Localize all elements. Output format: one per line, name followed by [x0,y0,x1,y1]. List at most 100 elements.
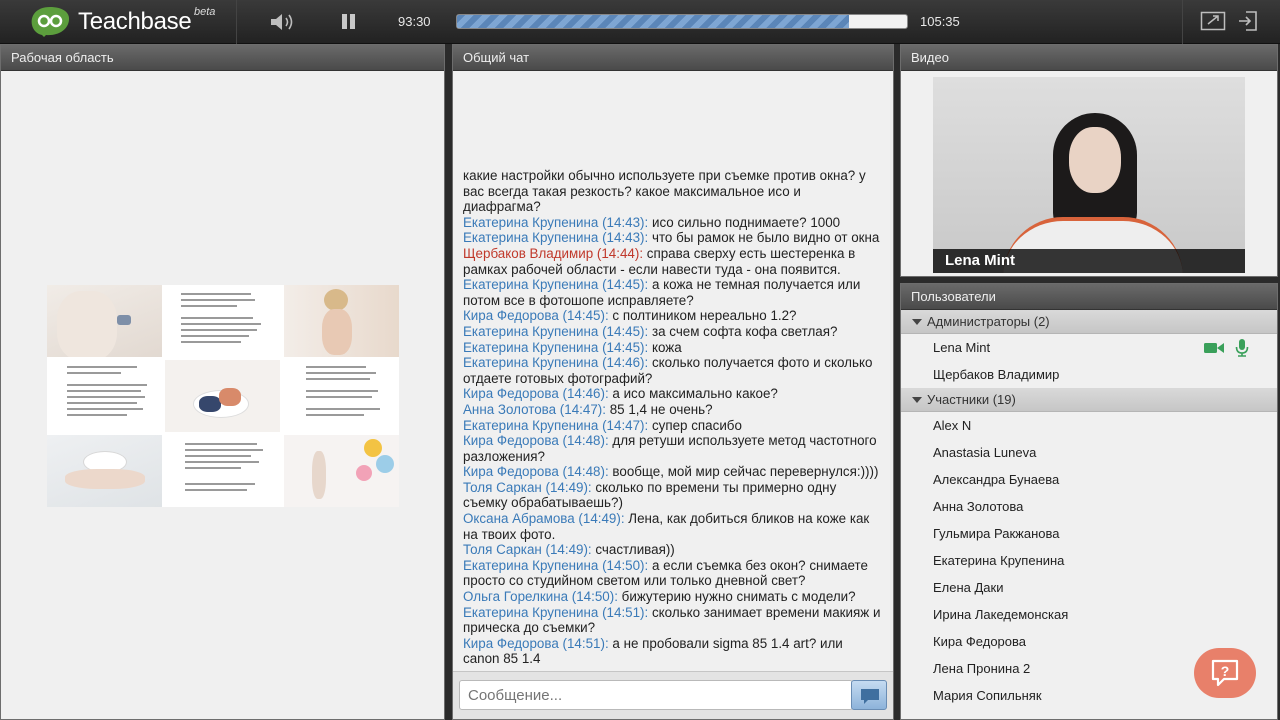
user-name: Анна Золотова [933,499,1024,514]
chat-message: Екатерина Крупенина (14:45): а кожа не т… [463,277,881,308]
message-author[interactable]: Кира Федорова (14:51): [463,636,609,651]
chat-message: какие настройки обычно используете при с… [463,168,881,215]
message-text: 85 1,4 не очень? [609,401,713,417]
message-input[interactable] [459,680,853,710]
beta-badge: beta [194,6,216,18]
chat-message: Екатерина Крупенина (14:43): что бы рамо… [463,230,881,246]
chat-input-row [453,671,893,719]
user-row[interactable]: Анна Золотова [901,493,1277,520]
collapse-arrow-icon [912,319,922,325]
message-author[interactable]: Екатерина Крупенина (14:46): [463,355,648,370]
message-author[interactable]: Кира Федорова (14:48): [463,433,609,448]
message-text: какие настройки обычно используете при с… [463,168,866,215]
chat-message: Екатерина Крупенина (14:50): а если съем… [463,558,881,589]
user-row[interactable]: Lena Mint [901,334,1277,361]
exit-icon[interactable] [1236,10,1262,32]
video-title: Видео [901,45,1277,71]
user-name: Ирина Лакедемонская [933,607,1069,622]
users-title: Пользователи [901,284,1277,310]
message-author[interactable]: Екатерина Крупенина (14:43): [463,230,648,245]
total-time: 105:35 [920,14,960,29]
message-text: с полтиником нереально 1.2? [612,308,797,324]
video-panel: Видео Lena Mint [900,44,1278,277]
participants-group-label: Участники (19) [927,392,1016,407]
message-text: исо сильно поднимаете? 1000 [651,214,841,230]
top-bar: Teachbase beta 93:30 105:35 [0,0,1280,44]
user-row[interactable]: Ирина Лакедемонская [901,601,1277,628]
divider [1182,0,1183,44]
message-author[interactable]: Екатерина Крупенина (14:45): [463,340,648,355]
message-author[interactable]: Екатерина Крупенина (14:47): [463,418,648,433]
user-name: Гульмира Ракжанова [933,526,1060,541]
message-text: супер спасибо [651,417,742,433]
chat-message: Кира Федорова (14:51): а не пробовали si… [463,636,881,667]
chat-message: Кира Федорова (14:45): с полтиником нере… [463,308,881,324]
presentation-slide[interactable] [47,285,399,507]
chat-message: Екатерина Крупенина (14:46): сколько пол… [463,355,881,386]
chat-message: Екатерина Крупенина (14:47): супер спаси… [463,418,881,434]
svg-text:?: ? [1221,663,1230,679]
app-name: Teachbase [78,8,192,35]
slide-text [165,285,280,357]
fullscreen-icon[interactable] [1200,10,1226,32]
user-name: Мария Сопильняк [933,688,1042,703]
chat-message: Кира Федорова (14:46): а исо максимально… [463,386,881,402]
user-row[interactable]: Щербаков Владимир [901,361,1277,388]
progress-fill [457,15,849,28]
message-author[interactable]: Ольга Горелкина (14:50): [463,589,618,604]
slide-photo [47,285,162,357]
user-row[interactable]: Гульмира Ракжанова [901,520,1277,547]
slide-photo [284,435,399,507]
slide-photo [165,360,280,432]
user-row[interactable]: Екатерина Крупенина [901,547,1277,574]
message-text: за счем софта кофа светлая? [651,323,838,339]
admins-group-header[interactable]: Администраторы (2) [901,310,1277,334]
workspace-panel: Рабочая область [0,44,445,720]
video-stream[interactable]: Lena Mint [933,77,1245,273]
send-button[interactable] [851,680,887,710]
collapse-arrow-icon [912,397,922,403]
microphone-icon [1235,339,1249,357]
workspace-title: Рабочая область [1,45,444,71]
chat-message: Екатерина Крупенина (14:43): исо сильно … [463,215,881,231]
user-row[interactable]: Елена Даки [901,574,1277,601]
user-row[interactable]: Anastasia Luneva [901,439,1277,466]
slide-photo [284,285,399,357]
playback-progress-bar[interactable] [456,14,908,29]
message-author[interactable]: Кира Федорова (14:46): [463,386,609,401]
message-author[interactable]: Екатерина Крупенина (14:43): [463,215,648,230]
user-row[interactable]: Alex N [901,412,1277,439]
divider [236,0,237,44]
logo: Teachbase beta [28,6,228,38]
message-author[interactable]: Екатерина Крупенина (14:45): [463,277,648,292]
message-author[interactable]: Кира Федорова (14:45): [463,308,609,323]
chat-messages[interactable]: какие настройки обычно используете при с… [453,71,893,671]
message-author[interactable]: Толя Саркан (14:49): [463,542,592,557]
chat-message: Кира Федорова (14:48): вообще, мой мир с… [463,464,881,480]
pause-icon[interactable] [340,12,358,32]
user-name: Александра Бунаева [933,472,1060,487]
slide-text [284,360,399,432]
message-author[interactable]: Екатерина Крупенина (14:51): [463,605,648,620]
chat-title: Общий чат [453,45,893,71]
volume-icon[interactable] [268,11,298,33]
message-author[interactable]: Екатерина Крупенина (14:50): [463,558,648,573]
message-author[interactable]: Екатерина Крупенина (14:45): [463,324,648,339]
chat-message: Щербаков Владимир (14:44): справа сверху… [463,246,881,277]
message-text: а исо максимально какое? [612,386,778,402]
message-author[interactable]: Анна Золотова (14:47): [463,402,606,417]
help-chat-button[interactable]: ? [1194,648,1256,698]
chat-message: Анна Золотова (14:47): 85 1,4 не очень? [463,402,881,418]
user-name: Елена Даки [933,580,1004,595]
message-author[interactable]: Оксана Абрамова (14:49): [463,511,625,526]
message-author[interactable]: Щербаков Владимир (14:44): [463,246,643,261]
participants-group-header[interactable]: Участники (19) [901,388,1277,412]
user-row[interactable]: Александра Бунаева [901,466,1277,493]
message-author[interactable]: Кира Федорова (14:48): [463,464,609,479]
message-text: кожа [651,339,682,355]
chat-message: Екатерина Крупенина (14:45): за счем соф… [463,324,881,340]
user-name: Alex N [933,418,972,433]
chat-message: Кира Федорова (14:48): для ретуши исполь… [463,433,881,464]
message-author[interactable]: Толя Саркан (14:49): [463,480,592,495]
user-name: Екатерина Крупенина [933,553,1065,568]
